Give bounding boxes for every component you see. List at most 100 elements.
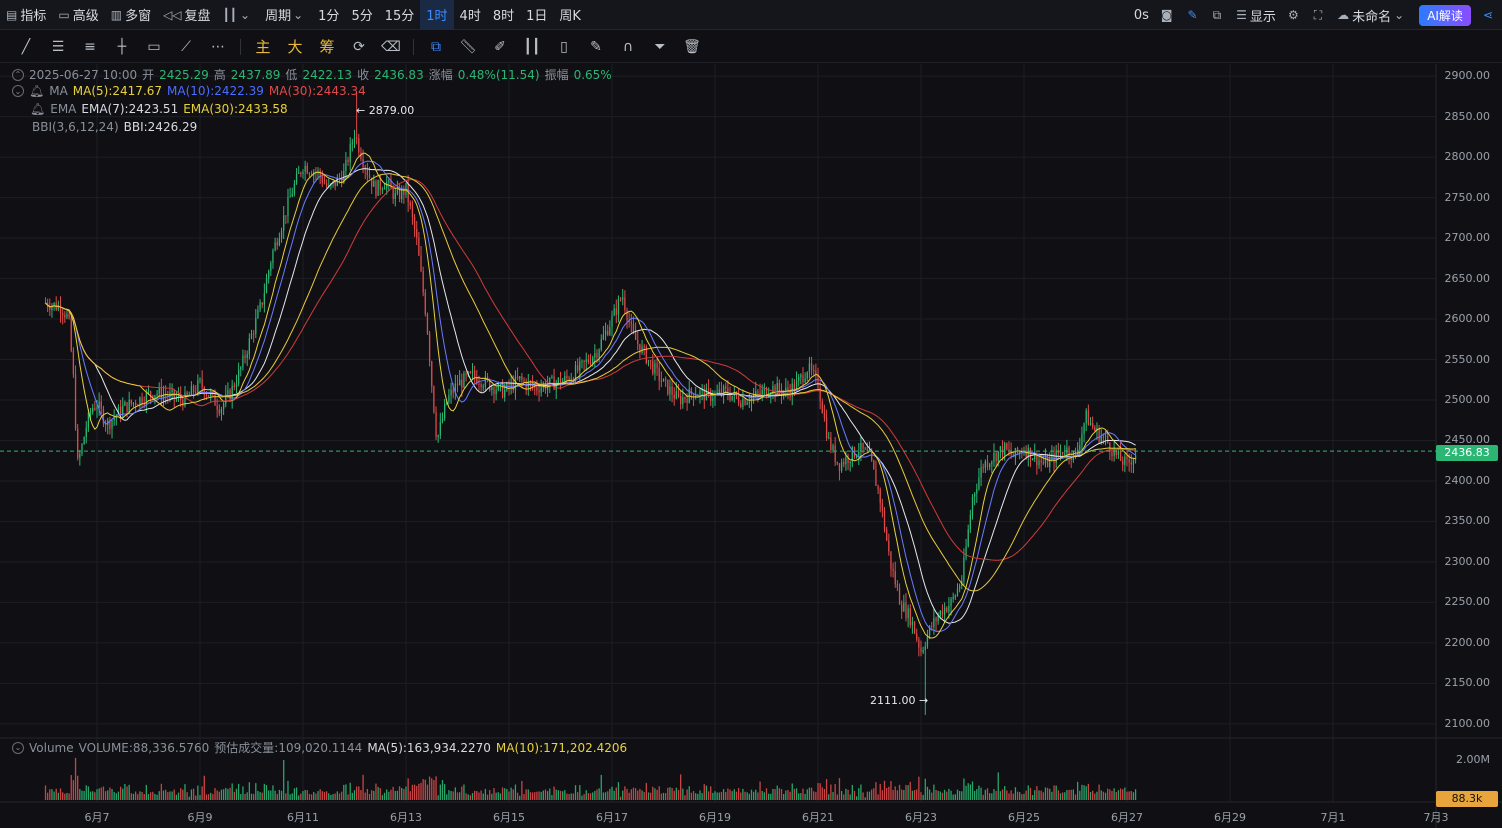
volume-bar xyxy=(471,793,474,800)
advanced-button[interactable]: ▭ 高级 xyxy=(52,0,104,30)
screenshot-button[interactable]: ◙ xyxy=(1155,0,1182,30)
chip-button[interactable]: 筹 xyxy=(311,31,343,63)
y-tick-label: 2350.00 xyxy=(1444,514,1491,528)
interval-label: 1分 xyxy=(318,9,340,24)
candle-body xyxy=(79,453,81,459)
ai-interpret-button[interactable]: AI解读 xyxy=(1419,4,1471,26)
candle-body xyxy=(1083,423,1085,434)
list-icon: ☰ xyxy=(1236,8,1247,22)
clipboard-button[interactable]: ▯ xyxy=(548,31,580,63)
volume-bar xyxy=(808,787,811,800)
volume-bar xyxy=(491,793,493,800)
draw-button[interactable]: ✎ xyxy=(1182,0,1207,30)
volume-bar xyxy=(609,788,611,800)
layout-dropdown[interactable]: ☁ 未命名 ⌄ xyxy=(1331,0,1413,30)
replay-button[interactable]: ◁◁ 复盘 xyxy=(157,0,216,30)
interval-1d[interactable]: 1日 xyxy=(520,0,553,30)
volume-bar xyxy=(1027,785,1029,800)
interval-5m[interactable]: 5分 xyxy=(345,0,378,30)
candle-body xyxy=(761,389,763,395)
volume-bar xyxy=(484,788,487,800)
collapse-icon[interactable]: ⌃ xyxy=(12,68,24,81)
candle-body xyxy=(707,388,710,391)
volume-bar xyxy=(1055,785,1057,800)
candle-body xyxy=(345,159,347,171)
share-button[interactable]: ⋖ xyxy=(1477,0,1502,30)
magnet-button[interactable]: ∩ xyxy=(612,31,644,63)
latency-indicator: 0s xyxy=(1128,0,1155,30)
big-order-button[interactable]: 大 xyxy=(279,31,311,63)
copy-button[interactable]: ⧉ xyxy=(420,31,452,63)
candle-body xyxy=(195,392,197,394)
multiwindow-button[interactable]: ▥ 多窗 xyxy=(105,0,157,30)
candle-body xyxy=(246,354,248,358)
interval-8h[interactable]: 8时 xyxy=(487,0,520,30)
hline-tool[interactable]: ☰ xyxy=(42,31,74,63)
popout-button[interactable]: ⧉ xyxy=(1207,0,1231,30)
ray-tool[interactable]: ┼ xyxy=(106,31,138,63)
parallel-tool[interactable]: ≡ xyxy=(74,31,106,63)
candle-body xyxy=(1042,462,1044,464)
period-label: 周期 xyxy=(265,9,292,24)
brush-button[interactable]: ✐ xyxy=(484,31,516,63)
replay-label: 复盘 xyxy=(184,9,211,24)
volume-bar xyxy=(428,776,431,800)
candle-body xyxy=(283,215,285,231)
chart-type-dropdown[interactable]: ┃┃ ⌄ xyxy=(217,0,260,30)
indicators-button[interactable]: ▤ 指标 xyxy=(0,0,52,30)
candle-body xyxy=(72,350,75,375)
fullscreen-button[interactable]: ⛶ xyxy=(1308,0,1331,30)
candle-body xyxy=(881,503,884,511)
candle-body xyxy=(948,605,950,612)
candle-body xyxy=(1066,447,1068,454)
ruler-button[interactable]: 📏︎ xyxy=(452,31,484,63)
volume-bar xyxy=(422,779,424,800)
more-tools[interactable]: ⋯ xyxy=(202,31,234,63)
interval-1h[interactable]: 1时 xyxy=(420,0,454,30)
volume-bar xyxy=(512,789,514,800)
note-button[interactable]: ✎ xyxy=(580,31,612,63)
candle-body xyxy=(270,263,272,272)
filter-button[interactable]: ⏷ xyxy=(644,31,676,63)
indicators-label: 指标 xyxy=(20,9,47,24)
interval-1w[interactable]: 周K xyxy=(553,0,587,30)
volume-bar xyxy=(735,791,738,800)
volume-bar xyxy=(729,789,731,800)
main-chart-button[interactable]: 主 xyxy=(247,31,279,63)
volume-bar xyxy=(199,795,201,800)
bars-button[interactable]: ┃┃ xyxy=(516,31,548,63)
interval-15m[interactable]: 15分 xyxy=(379,0,421,30)
candle-body xyxy=(1117,450,1120,456)
interval-1m[interactable]: 1分 xyxy=(312,0,345,30)
volume-bar xyxy=(660,793,662,800)
candle-body xyxy=(302,171,304,174)
candlestick-chart[interactable] xyxy=(0,64,1502,828)
settings-button[interactable]: ⚙ xyxy=(1282,0,1308,30)
interval-4h[interactable]: 4时 xyxy=(454,0,487,30)
volume-bar xyxy=(763,792,765,800)
fib-tool[interactable]: ⟋ xyxy=(170,31,202,63)
volume-bar xyxy=(169,791,171,800)
period-dropdown[interactable]: 周期 ⌄ xyxy=(259,0,312,30)
candle-body xyxy=(398,189,401,200)
ray-icon: ┼ xyxy=(117,38,127,55)
collapse-icon[interactable]: ⌄ xyxy=(12,85,24,97)
candle-body xyxy=(742,399,744,408)
chart-area[interactable]: ⌃ 2025-06-27 10:00 开 2425.29 高 2437.89 低 24… xyxy=(0,64,1502,828)
bell-icon[interactable]: 🔔︎ xyxy=(29,84,44,98)
delete-button[interactable]: 🗑︎ xyxy=(676,31,708,63)
candle-body xyxy=(154,395,156,399)
open-label: 开 xyxy=(142,68,155,82)
collapse-icon[interactable]: ⌄ xyxy=(12,741,24,754)
sync-button[interactable]: ⟳ xyxy=(343,31,375,63)
candle-body xyxy=(926,635,929,647)
bell-icon[interactable]: 🔔︎ xyxy=(30,102,45,116)
trendline-tool[interactable]: ╱ xyxy=(10,31,42,63)
volume-bar xyxy=(954,794,956,800)
display-button[interactable]: ☰ 显示 xyxy=(1230,0,1282,30)
erase-drawing-button[interactable]: ⌫ xyxy=(375,31,407,63)
volume-bar xyxy=(701,793,703,800)
rectangle-tool[interactable]: ▭ xyxy=(138,31,170,63)
candle-body xyxy=(64,315,66,318)
candle-body xyxy=(323,182,326,184)
